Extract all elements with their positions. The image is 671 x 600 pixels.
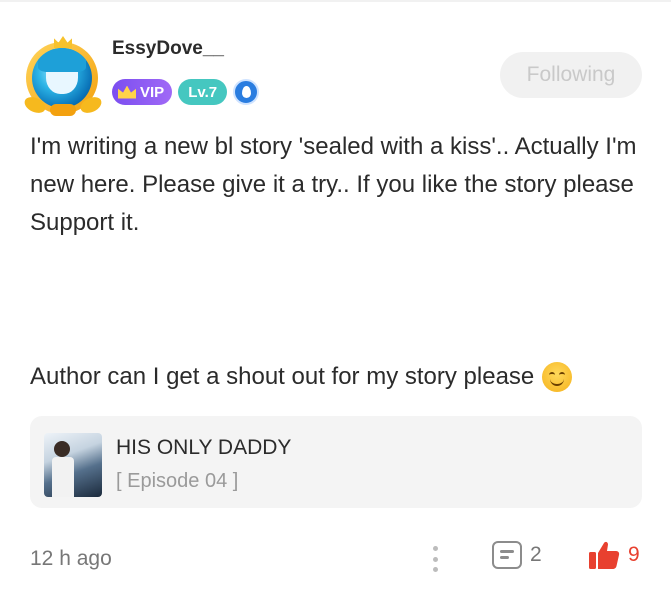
more-options-button[interactable] <box>424 542 446 576</box>
timestamp: 12 h ago <box>30 547 112 570</box>
vip-label: VIP <box>140 83 165 101</box>
comment-button[interactable]: 2 <box>492 541 542 569</box>
level-badge[interactable]: Lv.7 <box>178 79 228 105</box>
following-button[interactable]: Following <box>500 52 642 98</box>
shield-icon <box>241 86 251 98</box>
frame-base <box>50 104 76 116</box>
comment-icon <box>492 541 522 569</box>
comment-count: 2 <box>530 543 542 566</box>
crown-icon <box>118 85 136 99</box>
user-badges: VIP Lv.7 <box>112 79 260 105</box>
post-request-text: Author can I get a shout out for my stor… <box>30 363 535 390</box>
vip-badge[interactable]: VIP <box>112 79 173 105</box>
story-episode: [ Episode 04 ] <box>116 470 239 492</box>
username[interactable]: EssyDove__ <box>112 38 224 60</box>
linked-story-card[interactable]: HIS ONLY DADDY [ Episode 04 ] <box>30 416 642 508</box>
avatar[interactable] <box>20 36 106 116</box>
story-title: HIS ONLY DADDY <box>116 436 292 459</box>
like-button[interactable]: 9 <box>588 540 640 570</box>
post-second-line: Author can I get a shout out for my stor… <box>30 358 650 396</box>
comment-card: EssyDove__ VIP Lv.7 Following I'm writin… <box>0 0 671 600</box>
like-count: 9 <box>628 543 640 566</box>
shield-badge[interactable] <box>233 79 260 105</box>
thumbs-up-icon <box>589 541 620 569</box>
post-body: I'm writing a new bl story 'sealed with … <box>30 128 642 242</box>
divider <box>0 0 671 2</box>
post-paragraph: I'm writing a new bl story 'sealed with … <box>30 133 637 236</box>
avatar-image <box>32 48 92 108</box>
level-label: Lv.7 <box>188 83 218 101</box>
smiling-face-emoji-icon <box>542 362 573 392</box>
crown-icon <box>54 36 72 48</box>
story-cover-image <box>44 433 102 497</box>
more-vertical-icon <box>432 546 438 551</box>
